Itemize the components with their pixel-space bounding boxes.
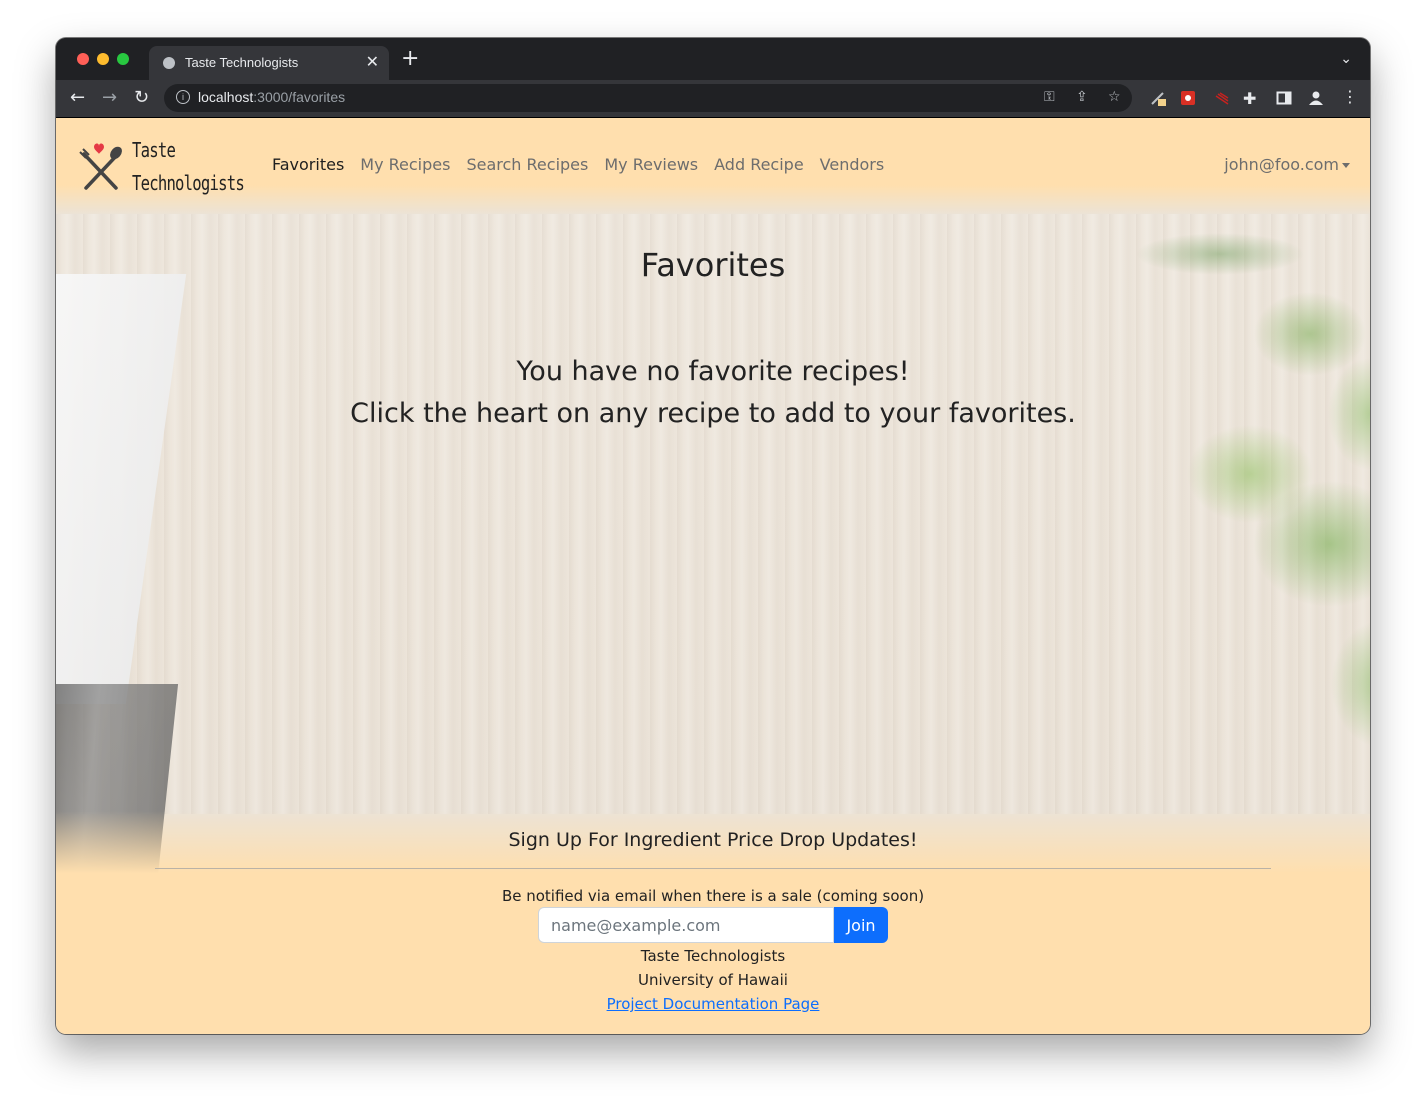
tab-search-chevron-icon[interactable]: ⌄ bbox=[1340, 51, 1352, 67]
footer-title: Sign Up For Ingredient Price Drop Update… bbox=[508, 829, 918, 851]
caret-down-icon bbox=[1342, 163, 1350, 168]
address-bar[interactable]: i localhost:3000/favorites ⚿ ⇪ ☆ bbox=[164, 84, 1132, 112]
herbs-image bbox=[1080, 214, 1370, 814]
profile-icon[interactable] bbox=[1308, 90, 1324, 106]
join-button[interactable]: Join bbox=[834, 907, 888, 943]
bookmark-star-icon[interactable]: ☆ bbox=[1108, 89, 1121, 105]
back-arrow-icon[interactable]: ← bbox=[70, 87, 85, 108]
empty-message-line-1: You have no favorite recipes! bbox=[516, 356, 910, 387]
browser-menu-icon[interactable]: ⋮ bbox=[1342, 87, 1358, 106]
page-title: Favorites bbox=[640, 246, 786, 284]
nav-link-favorites[interactable]: Favorites bbox=[272, 155, 344, 174]
brand-name[interactable]: Taste Technologists bbox=[132, 134, 245, 200]
url-text[interactable]: localhost:3000/favorites bbox=[198, 89, 345, 105]
site-navbar: Taste Technologists Favorites My Recipes… bbox=[56, 118, 1370, 214]
background-image bbox=[56, 214, 1370, 914]
newsletter-email-input[interactable] bbox=[538, 907, 834, 943]
site-info-icon[interactable]: i bbox=[176, 90, 190, 104]
footer-note: Be notified via email when there is a sa… bbox=[501, 887, 925, 905]
nav-link-add-recipe[interactable]: Add Recipe bbox=[714, 155, 804, 174]
extension-pen-icon[interactable] bbox=[1150, 90, 1166, 106]
close-tab-icon[interactable]: ✕ bbox=[366, 52, 379, 71]
favicon-icon bbox=[163, 57, 175, 69]
nav-link-vendors[interactable]: Vendors bbox=[820, 155, 885, 174]
browser-tab-active[interactable]: Taste Technologists ✕ bbox=[149, 46, 389, 80]
site-footer: Sign Up For Ingredient Price Drop Update… bbox=[56, 811, 1370, 1034]
tab-title: Taste Technologists bbox=[185, 55, 299, 70]
minimize-window-button[interactable] bbox=[97, 53, 109, 65]
brand-line-2: Technologists bbox=[132, 171, 245, 195]
zoom-window-button[interactable] bbox=[117, 53, 129, 65]
tab-strip: Taste Technologists ✕ + ⌄ bbox=[56, 38, 1370, 80]
extensions-puzzle-icon[interactable]: ✚ bbox=[1243, 89, 1256, 108]
footer-university: University of Hawaii bbox=[638, 971, 788, 989]
footer-org-name: Taste Technologists bbox=[640, 947, 786, 965]
key-icon[interactable]: ⚿ bbox=[1044, 89, 1055, 105]
reload-icon[interactable]: ↻ bbox=[134, 87, 149, 108]
new-tab-icon[interactable]: + bbox=[401, 48, 419, 70]
side-panel-icon[interactable] bbox=[1276, 90, 1292, 106]
user-email: john@foo.com bbox=[1224, 155, 1339, 174]
nav-link-search-recipes[interactable]: Search Recipes bbox=[466, 155, 588, 174]
brand-line-1: Taste bbox=[132, 138, 176, 162]
browser-toolbar: ← → ↻ i localhost:3000/favorites ⚿ ⇪ ☆ ✚… bbox=[56, 80, 1370, 118]
window-controls bbox=[77, 53, 129, 65]
knife-image bbox=[56, 274, 187, 704]
web-page: Taste Technologists Favorites My Recipes… bbox=[56, 118, 1370, 1034]
share-icon[interactable]: ⇪ bbox=[1076, 89, 1088, 105]
close-window-button[interactable] bbox=[77, 53, 89, 65]
nav-link-my-reviews[interactable]: My Reviews bbox=[604, 155, 698, 174]
extension-red-icon[interactable] bbox=[1180, 90, 1196, 106]
browser-window: Taste Technologists ✕ + ⌄ ← → ↻ i localh… bbox=[56, 38, 1370, 1034]
empty-message-line-2: Click the heart on any recipe to add to … bbox=[350, 398, 1076, 429]
forward-arrow-icon[interactable]: → bbox=[102, 87, 117, 108]
nav-links: Favorites My Recipes Search Recipes My R… bbox=[272, 155, 884, 174]
nav-link-my-recipes[interactable]: My Recipes bbox=[360, 155, 450, 174]
user-dropdown[interactable]: john@foo.com bbox=[1224, 155, 1350, 174]
footer-divider bbox=[155, 868, 1271, 869]
footer-doc-link-row: Project Documentation Page bbox=[56, 995, 1370, 1013]
project-documentation-link[interactable]: Project Documentation Page bbox=[607, 995, 820, 1013]
extension-scribble-icon[interactable] bbox=[1214, 90, 1230, 106]
fork-spoon-heart-logo-icon[interactable] bbox=[78, 140, 124, 192]
